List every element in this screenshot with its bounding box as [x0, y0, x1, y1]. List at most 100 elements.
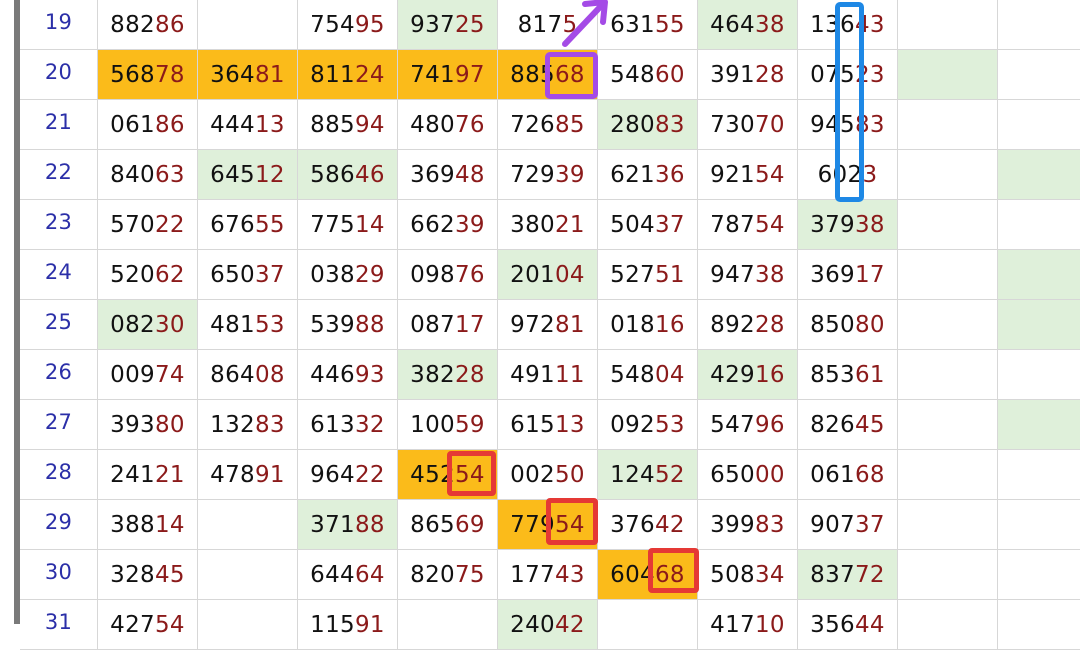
result-cell: 568 78	[98, 50, 198, 100]
result-head-digits: 444	[210, 111, 255, 138]
result-head-digits: 491	[510, 361, 555, 388]
result-tail-digits: 13	[554, 411, 585, 438]
row-index: 31	[20, 600, 98, 650]
result-head-digits: 364	[210, 61, 255, 88]
result-head-digits: 568	[110, 61, 155, 88]
result-head-digits: 417	[710, 611, 755, 638]
result-tail-digits: 24	[354, 61, 385, 88]
result-cell: 650 37	[198, 250, 298, 300]
result-cell: 369 17	[798, 250, 898, 300]
result-cell	[998, 400, 1080, 450]
result-head-digits: 947	[710, 261, 755, 288]
result-tail-digits: 54	[754, 161, 785, 188]
result-head-digits: 520	[110, 261, 155, 288]
result-tail-digits: 22	[354, 461, 385, 488]
result-cell: 853 61	[798, 350, 898, 400]
red-highlight-box-row30	[648, 548, 699, 593]
result-cell: 882 86	[98, 0, 198, 50]
result-cell: 644 64	[298, 550, 398, 600]
result-cell	[898, 350, 998, 400]
result-head-digits: 864	[210, 361, 255, 388]
result-head-digits: 650	[210, 261, 255, 288]
result-head-digits: 850	[810, 311, 855, 338]
result-head-digits: 002	[510, 461, 555, 488]
result-tail-digits: 14	[354, 211, 385, 238]
result-tail-digits: 81	[254, 61, 285, 88]
result-cell: 615 13	[498, 400, 598, 450]
result-tail-digits: 64	[354, 561, 385, 588]
result-tail-digits: 43	[554, 561, 585, 588]
result-head-digits: 388	[110, 511, 155, 538]
result-head-digits: 586	[310, 161, 355, 188]
result-tail-digits: 62	[154, 261, 185, 288]
result-cell: 009 74	[98, 350, 198, 400]
result-head-digits: 371	[310, 511, 355, 538]
result-head-digits: 865	[410, 511, 455, 538]
result-cell: 907 37	[798, 500, 898, 550]
result-cell: 826 45	[798, 400, 898, 450]
result-head-digits: 964	[310, 461, 355, 488]
result-cell	[998, 50, 1080, 100]
result-tail-digits: 51	[654, 261, 685, 288]
result-tail-digits: 32	[354, 411, 385, 438]
result-head-digits: 124	[610, 461, 655, 488]
result-tail-digits: 53	[654, 411, 685, 438]
result-head-digits: 061	[110, 111, 155, 138]
result-head-digits: 613	[310, 411, 355, 438]
result-cell: 480 76	[398, 100, 498, 150]
table-row: 22 840 63 645 12 586 46 369 48 729 39 621 36 921 54 602…	[20, 150, 1080, 200]
result-tail-digits: 16	[754, 361, 785, 388]
result-cell: 937 25	[398, 0, 498, 50]
result-cell: 539 88	[298, 300, 398, 350]
result-cell: 570 22	[98, 200, 198, 250]
result-cell: 850 80	[798, 300, 898, 350]
result-head-digits: 018	[610, 311, 655, 338]
result-head-digits: 464	[710, 11, 755, 38]
result-cell: 478 91	[198, 450, 298, 500]
result-cell	[198, 550, 298, 600]
table-row: 31 427 54 115 91 240 42 417 10 356 44	[20, 600, 1080, 650]
result-cell: 892 28	[698, 300, 798, 350]
result-tail-digits: 83	[254, 411, 285, 438]
result-head-digits: 100	[410, 411, 455, 438]
result-cell: 741 97	[398, 50, 498, 100]
result-head-digits: 826	[810, 411, 855, 438]
result-head-digits: 811	[310, 61, 355, 88]
result-tail-digits: 10	[754, 611, 785, 638]
result-cell: 393 80	[98, 400, 198, 450]
result-tail-digits: 42	[654, 511, 685, 538]
result-tail-digits: 96	[754, 411, 785, 438]
result-cell: 548 60	[598, 50, 698, 100]
result-cell	[998, 550, 1080, 600]
result-tail-digits: 25	[454, 11, 485, 38]
result-tail-digits: 46	[354, 161, 385, 188]
result-head-digits: 539	[310, 311, 355, 338]
result-cell: 446 93	[298, 350, 398, 400]
result-head-digits: 921	[710, 161, 755, 188]
result-tail-digits: 91	[354, 611, 385, 638]
result-head-digits: 391	[710, 61, 755, 88]
result-tail-digits: 13	[254, 111, 285, 138]
result-head-digits: 376	[610, 511, 655, 538]
result-head-digits: 787	[710, 211, 755, 238]
result-tail-digits: 38	[754, 11, 785, 38]
row-index: 23	[20, 200, 98, 250]
result-cell: 124 52	[598, 450, 698, 500]
red-highlight-box-row28	[447, 451, 496, 496]
row-index: 22	[20, 150, 98, 200]
result-tail-digits: 42	[554, 611, 585, 638]
result-head-digits: 009	[110, 361, 155, 388]
result-cell	[998, 350, 1080, 400]
result-tail-digits: 53	[254, 311, 285, 338]
result-cell	[898, 50, 998, 100]
result-cell: 061 68	[798, 450, 898, 500]
result-cell	[898, 250, 998, 300]
table-row: 19 882 86 754 95 937 25 817 5 631 55 464 38 136 43	[20, 0, 1080, 50]
result-head-digits: 379	[810, 211, 855, 238]
result-head-digits: 730	[710, 111, 755, 138]
result-cell: 613 32	[298, 400, 398, 450]
result-cell: 464 38	[698, 0, 798, 50]
table-row: 26 009 74 864 08 446 93 382 28 491 11 548 04 429 16 853…	[20, 350, 1080, 400]
result-head-digits: 241	[110, 461, 155, 488]
result-cell	[598, 600, 698, 650]
